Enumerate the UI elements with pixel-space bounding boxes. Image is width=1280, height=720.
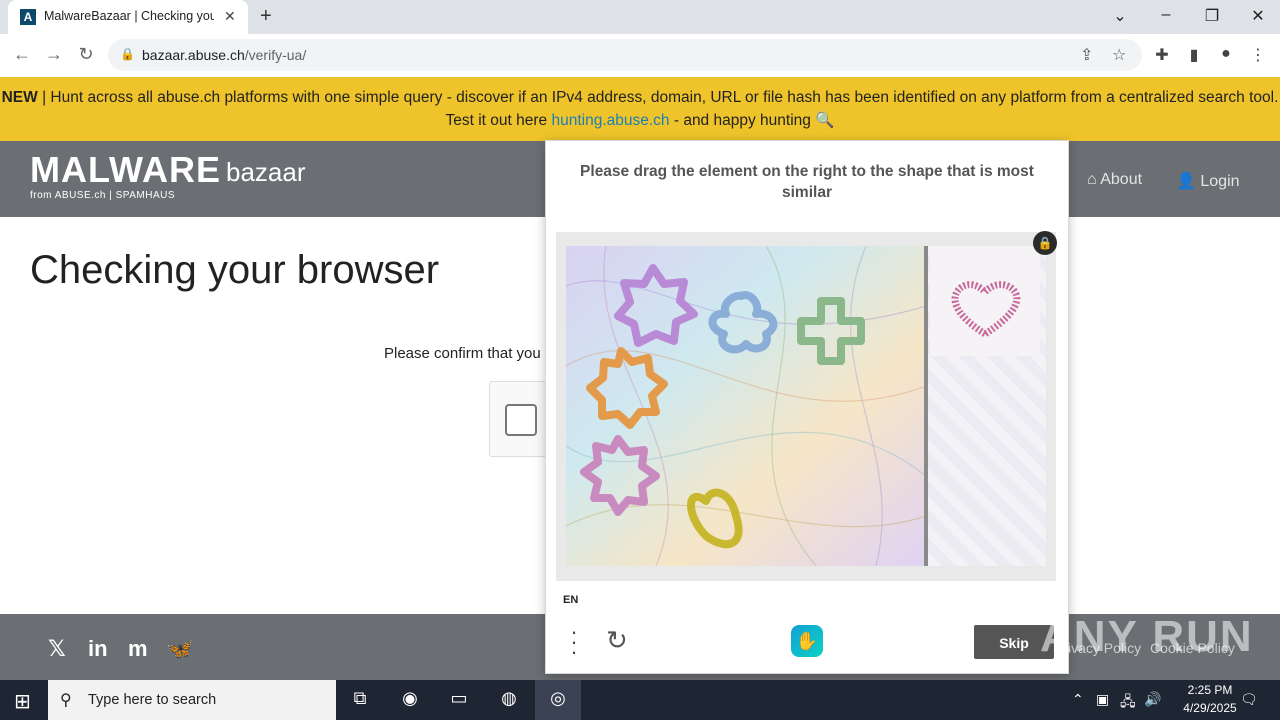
bluesky-icon[interactable]: 🦋 [166,636,193,662]
search-icon: ⚲ [60,692,72,709]
logo-bazaar[interactable]: bazaar [226,157,306,188]
anyrun-watermark: ANY RUN [1040,612,1254,661]
tab-strip: A MalwareBazaar | Checking your browser … [0,0,1280,34]
captcha-modal: Please drag the element on the right to … [545,140,1069,674]
x-icon[interactable]: 𝕏 [48,636,66,662]
padlock-icon[interactable]: 🔒 [1033,231,1057,255]
captcha-prompt: Please drag the element on the right to … [580,163,1034,201]
nav-login[interactable]: 👤 Login [1176,171,1240,191]
nav-about-label: About [1100,171,1143,188]
banner-hunting-link[interactable]: hunting.abuse.ch [551,112,669,129]
tab-favicon-icon: A [20,9,36,25]
url-text[interactable]: bazaar.abuse.ch/verify-ua/ [142,47,306,63]
mastodon-icon[interactable]: m [128,636,148,662]
minimize-icon[interactable]: – [1156,6,1176,24]
logo-from: from ABUSE.ch | SPAMHAUS [30,190,176,201]
linkedin-icon[interactable]: in [88,636,108,662]
puzzle-canvas[interactable] [566,246,926,566]
edge-icon[interactable]: ◉ [393,688,427,709]
kebab-menu-icon[interactable]: ⋮ [1248,45,1268,65]
file-explorer-icon[interactable]: ▭ [442,688,476,709]
star-icon[interactable]: ☆ [1112,45,1126,65]
taskbar-search[interactable]: ⚲ Type here to search [48,680,336,720]
firefox-icon[interactable]: ◍ [492,688,526,709]
confirm-text: Please confirm that you [384,345,541,362]
nav-about[interactable]: ⌂ About [1087,171,1142,189]
address-bar[interactable]: 🔒 bazaar.abuse.ch/verify-ua/ ⇪ ☆ [108,39,1142,71]
announcement-banner: NEW | Hunt across all abuse.ch platforms… [0,77,1280,141]
browser-toolbar: ← → ↻ 🔒 bazaar.abuse.ch/verify-ua/ ⇪ ☆ ✚… [0,34,1280,78]
logo-malware[interactable]: MALWARE [30,149,221,191]
sidepanel-icon[interactable]: ▮ [1184,45,1204,65]
captcha-checkbox[interactable] [505,404,537,436]
task-view-icon[interactable]: ⧉ [343,688,377,709]
magnifier-icon: 🔍 [815,112,835,129]
volume-icon[interactable]: 🔊 [1144,691,1161,708]
nav-login-label: Login [1200,173,1240,190]
page-title: Checking your browser [30,248,440,292]
building-icon: ⌂ [1087,171,1101,188]
hcaptcha-logo-icon[interactable]: ✋ [791,625,823,657]
new-tab-icon[interactable]: + [260,5,272,28]
profile-icon[interactable]: ● [1216,45,1236,63]
tray-device-icon[interactable]: ▣ [1096,691,1109,708]
chrome-icon: ◎ [550,688,566,708]
banner-new-label: NEW [1,89,38,106]
url-path: /verify-ua/ [244,47,307,63]
restore-icon[interactable]: ❐ [1202,6,1222,26]
notifications-icon[interactable]: 🗨 [1240,691,1258,708]
tab-title: MalwareBazaar | Checking your browser [44,9,214,23]
menu-dots-icon[interactable]: · · · [568,621,580,663]
windows-start-icon[interactable]: ⊞ [14,689,31,714]
url-host: bazaar.abuse.ch [142,47,245,63]
puzzle-area: 🔒 [556,231,1057,581]
share-icon[interactable]: ⇪ [1080,45,1093,65]
tray-chevron-icon[interactable]: ⌃ [1072,691,1084,708]
forward-icon[interactable]: → [42,44,66,65]
user-icon: 👤 [1176,173,1201,190]
browser-tab[interactable]: A MalwareBazaar | Checking your browser … [8,0,248,34]
refresh-icon[interactable]: ↻ [606,625,628,656]
windows-taskbar: ⊞ ⚲ Type here to search ⧉ ◉ ▭ ◍ ◎ ⌃ ▣ 🖧 … [0,680,1280,720]
banner-text-2: - and happy hunting [669,112,816,129]
reload-icon[interactable]: ↻ [74,44,98,65]
search-placeholder: Type here to search [88,692,217,708]
back-icon[interactable]: ← [10,44,34,65]
chrome-taskbar-active[interactable]: ◎ [535,680,581,720]
close-window-icon[interactable]: ✕ [1248,6,1268,26]
tab-search-icon[interactable]: ⌄ [1110,6,1130,26]
lock-icon[interactable]: 🔒 [120,47,135,61]
network-icon[interactable]: 🖧 [1120,691,1136,715]
draggable-heart-piece[interactable] [930,246,1040,356]
extensions-icon[interactable]: ✚ [1152,45,1172,65]
language-selector[interactable]: EN [563,594,578,606]
close-tab-icon[interactable]: ✕ [224,8,236,25]
